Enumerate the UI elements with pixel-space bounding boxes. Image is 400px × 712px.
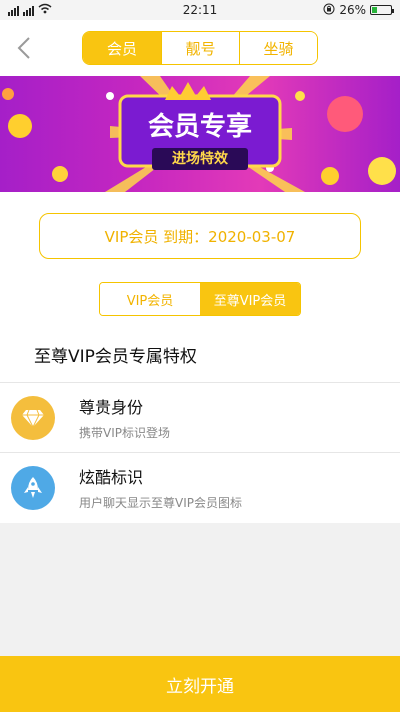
tier-tabs: VIP会员 至尊VIP会员 [99,282,301,316]
promo-banner[interactable]: 会员专享 进场特效 [0,76,400,192]
chevron-left-icon [17,37,30,59]
battery-percent: 26% [339,3,366,17]
tab-member[interactable]: 会员 [83,32,161,64]
feature-item-badge: 炫酷标识 用户聊天显示至尊VIP会员图标 [0,452,400,522]
feature-subtitle: 携带VIP标识登场 [79,426,170,440]
tier-tab-vip[interactable]: VIP会员 [100,283,200,315]
section-title: 至尊VIP会员专属特权 [34,347,197,367]
activate-now-button[interactable]: 立刻开通 [0,656,400,712]
tier-tab-supreme-vip[interactable]: 至尊VIP会员 [200,283,300,315]
tab-mount[interactable]: 坐骑 [239,32,317,64]
feature-title: 尊贵身份 [79,398,144,417]
feature-text: 炫酷标识 用户聊天显示至尊VIP会员图标 [79,464,242,511]
status-bar: 22:11 26% [0,0,400,20]
battery-icon [370,5,394,15]
banner-subtitle: 进场特效 [152,148,248,170]
feature-item-identity: 尊贵身份 携带VIP标识登场 [0,382,400,452]
status-left [8,3,52,17]
feature-text: 尊贵身份 携带VIP标识登场 [79,394,170,441]
signal-icon [8,5,19,16]
rocket-icon [11,465,55,510]
back-button[interactable] [10,32,38,64]
membership-panel: VIP会员 到期：2020-03-07 VIP会员 至尊VIP会员 至尊VIP会… [0,192,400,523]
wifi-icon [38,3,52,17]
feature-subtitle: 用户聊天显示至尊VIP会员图标 [79,496,242,510]
feature-title: 炫酷标识 [79,468,144,487]
expire-status: VIP会员 到期：2020-03-07 [39,213,361,259]
tab-pretty-number[interactable]: 靓号 [161,32,239,64]
diamond-icon [11,395,55,440]
banner-title: 会员专享 [147,112,252,142]
nav-bar: 会员 靓号 坐骑 [0,20,400,76]
crown-icon [165,82,211,100]
lock-rotation-icon [323,3,335,18]
signal-icon-2 [23,5,34,16]
top-tabs: 会员 靓号 坐骑 [82,31,318,65]
status-right: 26% [323,3,394,18]
